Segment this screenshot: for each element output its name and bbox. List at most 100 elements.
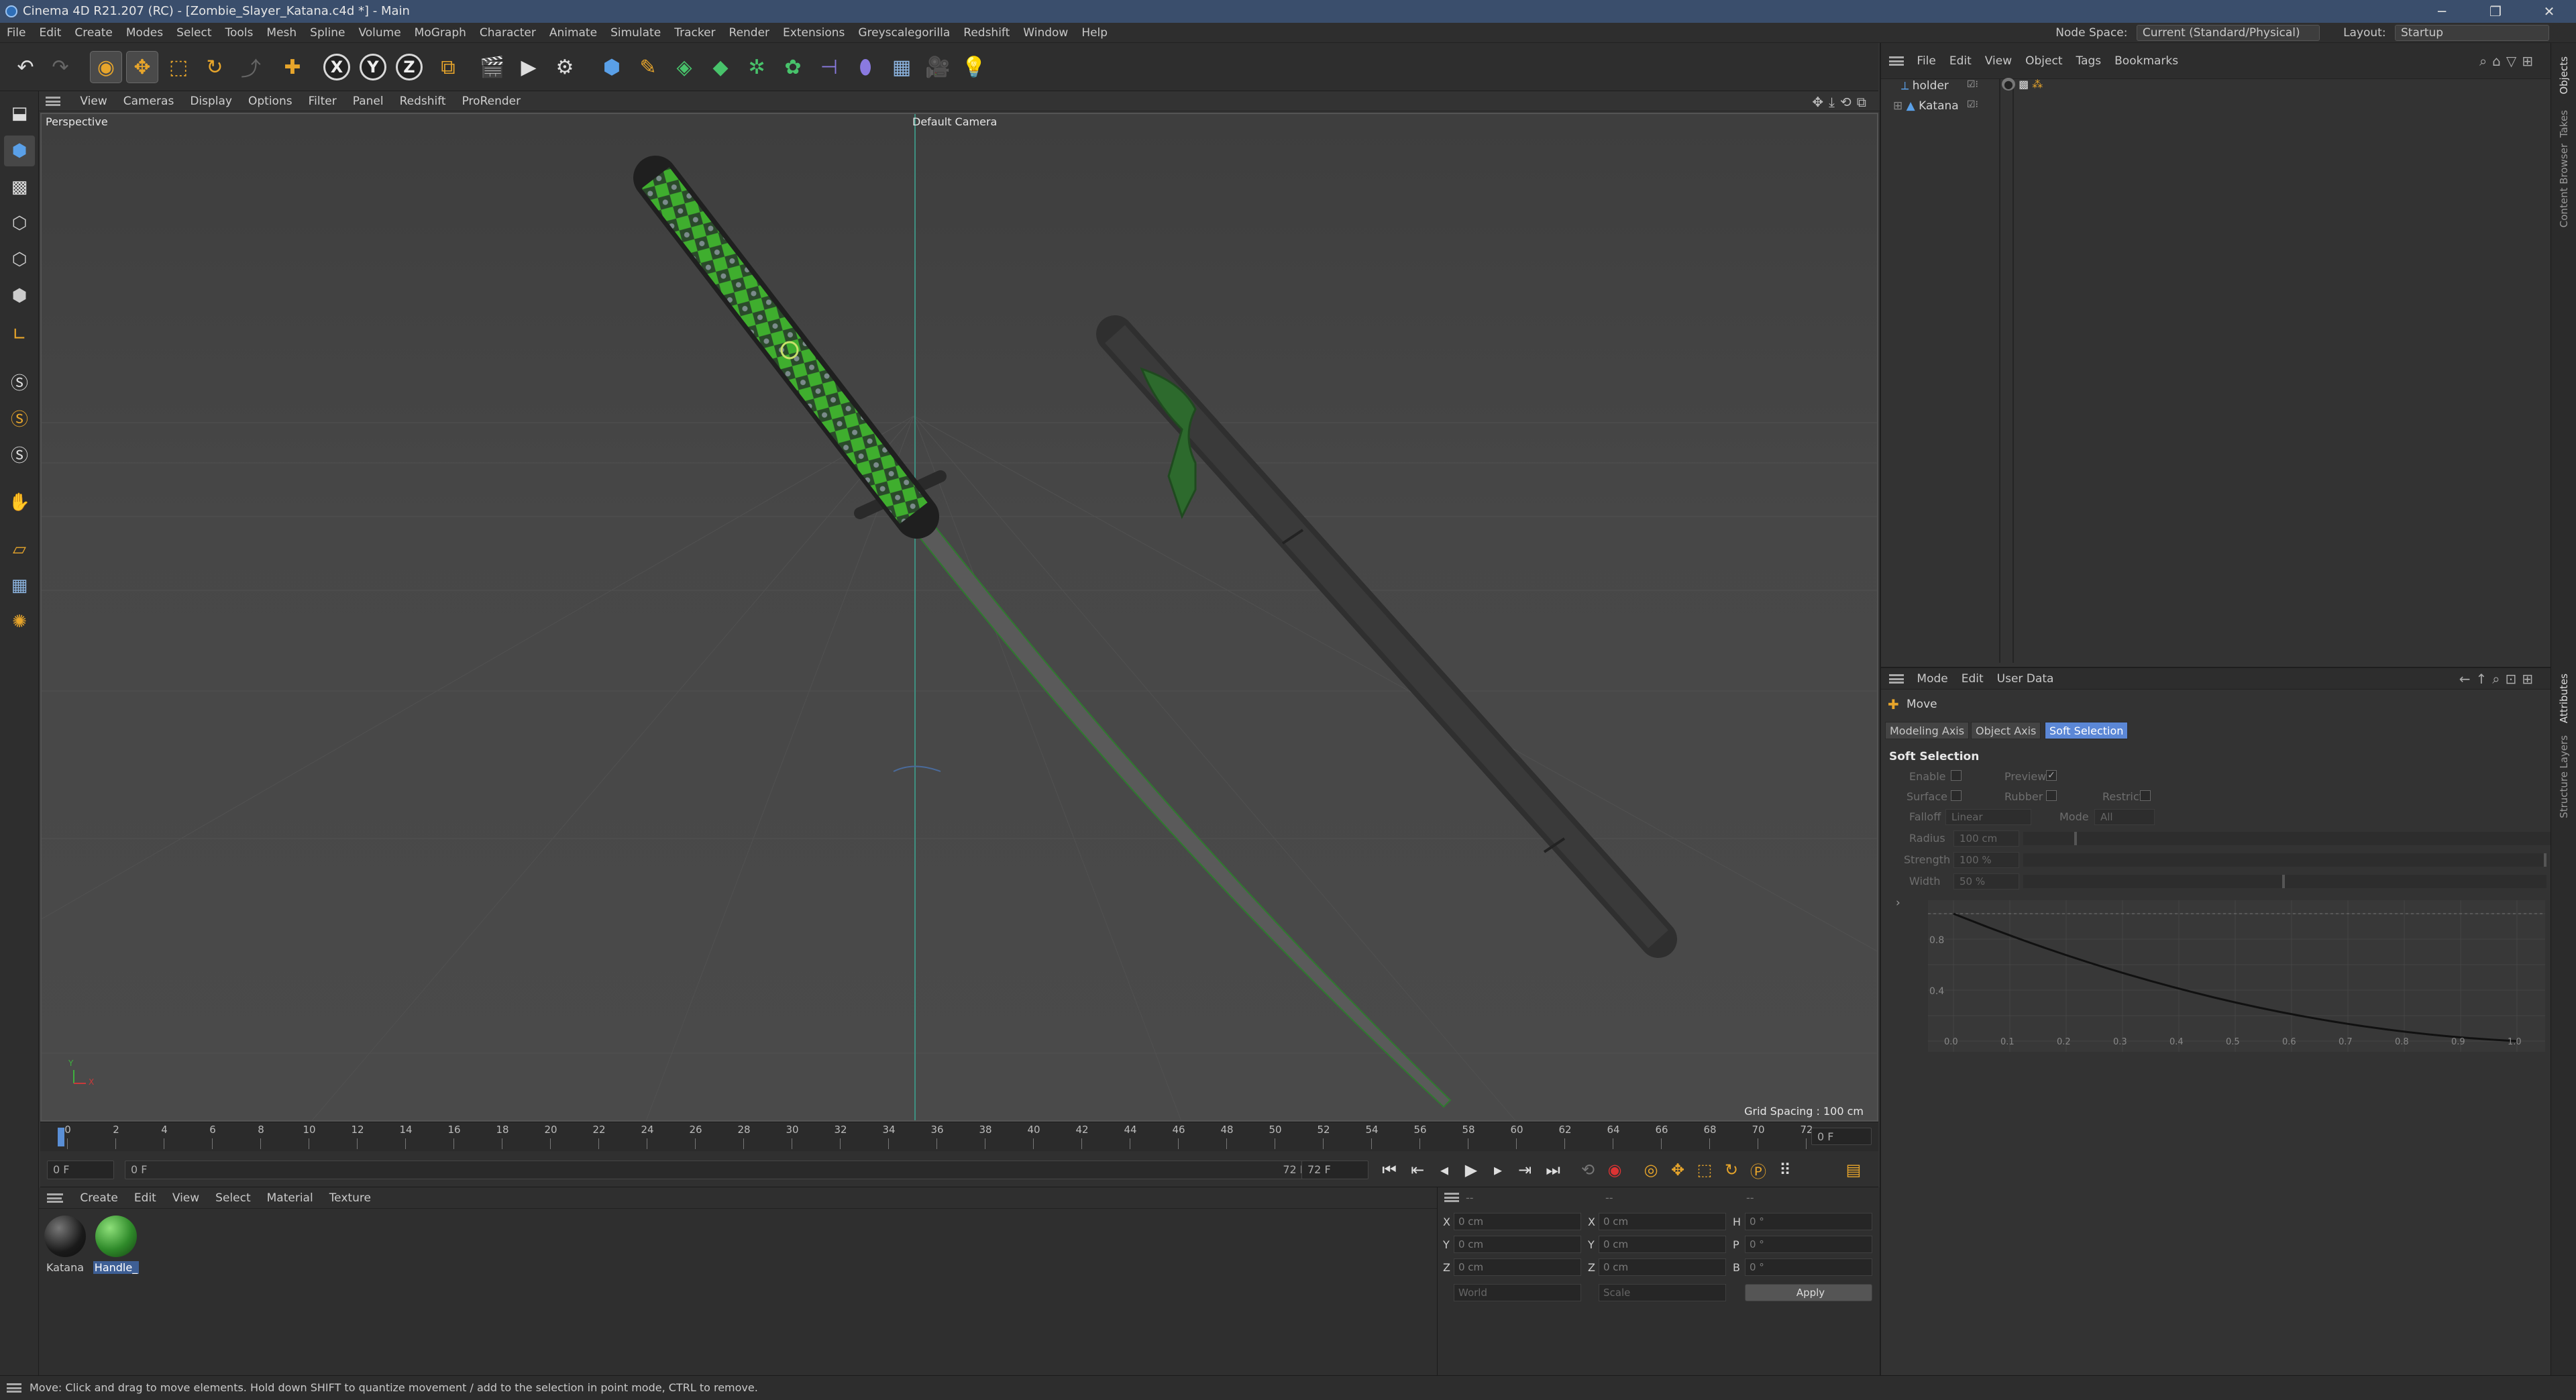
- timeline-window-icon[interactable]: ▤: [1842, 1159, 1865, 1181]
- width-field[interactable]: 50 %: [1953, 873, 2019, 890]
- menu-file[interactable]: File: [0, 23, 32, 43]
- autokey-icon[interactable]: ◉: [1603, 1159, 1626, 1181]
- coordinate-system-icon[interactable]: ⧉: [432, 51, 464, 83]
- move-tool-icon[interactable]: ✥: [126, 51, 158, 83]
- menu-window[interactable]: Window: [1016, 23, 1075, 43]
- pos-x-field[interactable]: 0 cm: [1454, 1213, 1581, 1230]
- object-row-holder[interactable]: ⟂ holder: [1901, 76, 1949, 95]
- key-scale-icon[interactable]: ⬚: [1693, 1159, 1716, 1181]
- edges-mode-icon[interactable]: ⬡: [4, 244, 35, 275]
- rot-p-field[interactable]: 0 °: [1745, 1236, 1872, 1253]
- cloner-icon[interactable]: ✲: [741, 51, 773, 83]
- viewport-nav-icons[interactable]: ✥⤓⟲⧉: [1812, 94, 1872, 110]
- 3d-viewport[interactable]: Perspective Default Camera Grid Spacing …: [40, 113, 1878, 1122]
- render-view-icon[interactable]: ▶: [513, 51, 545, 83]
- menu-redshift[interactable]: Redshift: [957, 23, 1016, 43]
- record-keys-icon[interactable]: ⟲: [1576, 1159, 1599, 1181]
- viewport-menu-display[interactable]: Display: [182, 91, 240, 111]
- viewport-menu-cameras[interactable]: Cameras: [115, 91, 182, 111]
- falloff-curve-graph[interactable]: [1928, 900, 2545, 1052]
- menu-edit[interactable]: Edit: [32, 23, 68, 43]
- key-rotation-icon[interactable]: ↻: [1720, 1159, 1743, 1181]
- axis-mode-icon[interactable]: ∟: [4, 319, 35, 350]
- menu-render[interactable]: Render: [722, 23, 777, 43]
- tab-objects[interactable]: Objects: [2558, 56, 2570, 95]
- menu-tracker[interactable]: Tracker: [667, 23, 722, 43]
- workplane-snap-icon[interactable]: Ⓢ: [4, 439, 35, 470]
- radius-slider-thumb[interactable]: [2074, 832, 2077, 845]
- pos-y-field[interactable]: 0 cm: [1454, 1236, 1581, 1253]
- lock-workplane-icon[interactable]: ✋: [4, 487, 35, 518]
- material-tag-icon[interactable]: ●: [2002, 78, 2015, 91]
- mograph-icon[interactable]: ✿: [777, 51, 809, 83]
- object-search-icons[interactable]: ⌕⌂▽⊞: [2473, 43, 2545, 79]
- material-menu-edit[interactable]: Edit: [126, 1187, 164, 1209]
- material-menu-view[interactable]: View: [164, 1187, 207, 1209]
- strength-field[interactable]: 100 %: [1953, 852, 2019, 868]
- field-icon[interactable]: ⬮: [849, 51, 881, 83]
- attribute-menu-userdata[interactable]: User Data: [1990, 668, 2061, 690]
- pos-z-field[interactable]: 0 cm: [1454, 1258, 1581, 1276]
- layout-select[interactable]: Startup: [2395, 25, 2549, 41]
- material-menu-material[interactable]: Material: [259, 1187, 321, 1209]
- z-axis-toggle[interactable]: Z: [396, 54, 423, 80]
- object-menu-icon[interactable]: [1889, 56, 1904, 66]
- cube-object-icon[interactable]: ⬢: [596, 51, 628, 83]
- rot-h-field[interactable]: 0 °: [1745, 1213, 1872, 1230]
- recent-tool-icon[interactable]: ⤴: [235, 51, 267, 83]
- camera-icon[interactable]: 🎥: [922, 51, 954, 83]
- subdivision-icon[interactable]: ◈: [668, 51, 700, 83]
- size-mode-select[interactable]: Scale: [1599, 1284, 1726, 1301]
- rot-b-field[interactable]: 0 °: [1745, 1258, 1872, 1276]
- object-menu-view[interactable]: View: [1978, 43, 2019, 79]
- material-katana[interactable]: Katana: [42, 1216, 89, 1274]
- go-to-start-icon[interactable]: ⏮: [1378, 1159, 1401, 1181]
- snap-settings-icon[interactable]: Ⓢ: [4, 402, 35, 433]
- playhead[interactable]: [58, 1128, 64, 1146]
- pen-spline-icon[interactable]: ✎: [632, 51, 664, 83]
- texture-tag-icon[interactable]: ▩: [2019, 78, 2029, 91]
- render-region-icon[interactable]: 🎬: [476, 51, 508, 83]
- tab-layers[interactable]: Layers: [2558, 735, 2570, 769]
- texture-mode-icon[interactable]: ▩: [4, 172, 35, 203]
- end-frame-field[interactable]: 72 F: [1301, 1161, 1368, 1179]
- make-editable-icon[interactable]: ⬓: [4, 98, 35, 129]
- apply-button[interactable]: Apply: [1745, 1284, 1872, 1301]
- camera-label[interactable]: Default Camera: [912, 115, 997, 128]
- tab-takes[interactable]: Takes: [2558, 110, 2570, 138]
- live-selection-icon[interactable]: ◉: [90, 51, 122, 83]
- material-handle[interactable]: Handle_: [93, 1216, 140, 1274]
- mode-select[interactable]: All: [2094, 809, 2155, 825]
- katana-sword[interactable]: [633, 156, 1452, 1108]
- menu-modes[interactable]: Modes: [119, 23, 170, 43]
- material-menu-texture[interactable]: Texture: [321, 1187, 379, 1209]
- tab-structure[interactable]: Structure: [2558, 771, 2570, 818]
- undo-icon[interactable]: ↶: [9, 51, 42, 83]
- next-frame-icon[interactable]: ▸: [1487, 1159, 1509, 1181]
- viewport-menu-panel[interactable]: Panel: [345, 91, 392, 111]
- coord-system-select[interactable]: World: [1454, 1284, 1581, 1301]
- object-tags[interactable]: ● ▩ ⁂: [2002, 78, 2043, 91]
- expand-icon[interactable]: ⊞: [1893, 99, 1902, 113]
- key-parameter-icon[interactable]: Ⓟ: [1747, 1159, 1770, 1181]
- key-selection-icon[interactable]: ◎: [1640, 1159, 1662, 1181]
- size-z-field[interactable]: 0 cm: [1599, 1258, 1726, 1276]
- current-frame-field[interactable]: 0 F: [1811, 1128, 1872, 1145]
- material-menu-select[interactable]: Select: [207, 1187, 258, 1209]
- snap-icon[interactable]: Ⓢ: [4, 366, 35, 397]
- tab-soft-selection[interactable]: Soft Selection: [2045, 722, 2129, 739]
- radius-slider[interactable]: [2023, 832, 2560, 845]
- model-mode-icon[interactable]: ⬢: [4, 136, 35, 166]
- menu-mograph[interactable]: MoGraph: [408, 23, 473, 43]
- go-to-end-icon[interactable]: ⏭: [1542, 1159, 1564, 1181]
- paint-icon[interactable]: ✺: [4, 606, 35, 637]
- attribute-menu-edit[interactable]: Edit: [1955, 668, 1990, 690]
- selection-tag-icon[interactable]: ⁂: [2032, 78, 2043, 91]
- points-mode-icon[interactable]: ⬡: [4, 208, 35, 239]
- viewport-menu-icon[interactable]: [46, 97, 60, 106]
- menu-select[interactable]: Select: [170, 23, 218, 43]
- floor-environment-icon[interactable]: ▦: [885, 51, 918, 83]
- visibility-toggle-icon[interactable]: ☑⁝: [1967, 99, 1978, 110]
- menu-extensions[interactable]: Extensions: [776, 23, 851, 43]
- menu-mesh[interactable]: Mesh: [260, 23, 303, 43]
